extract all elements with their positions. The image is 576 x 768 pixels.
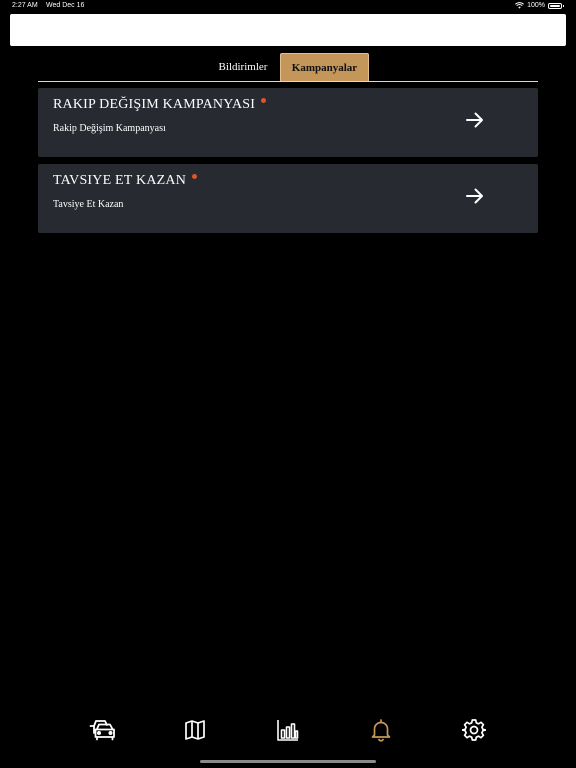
campaign-title: TAVSIYE ET KAZAN: [53, 173, 187, 188]
bottom-nav: [0, 712, 576, 746]
top-panel: [10, 14, 566, 46]
campaign-card[interactable]: RAKIP DEĞIŞIM KAMPANYASI Rakip Değişim K…: [38, 88, 538, 157]
bell-icon: [371, 719, 391, 742]
unread-dot: [261, 98, 267, 103]
arrow-right-icon[interactable]: [465, 110, 485, 130]
status-right: 100%: [515, 2, 564, 9]
gear-icon: [462, 719, 486, 741]
nav-notifications[interactable]: [367, 716, 395, 744]
home-indicator: [200, 760, 376, 763]
tab-bar: Bildirimler Kampanyalar: [38, 53, 538, 82]
campaign-subtitle: Tavsiye Et Kazan: [53, 199, 124, 210]
wifi-icon: [515, 2, 525, 9]
status-bar: 2:27 AM Wed Dec 16 100%: [0, 0, 576, 12]
bar-chart-icon: [277, 720, 299, 741]
campaign-title: RAKIP DEĞIŞIM KAMPANYASI: [53, 97, 256, 112]
campaign-subtitle: Rakip Değişim Kampanyası: [53, 123, 166, 134]
nav-statistics[interactable]: [274, 716, 302, 744]
campaign-card[interactable]: TAVSIYE ET KAZAN Tavsiye Et Kazan: [38, 164, 538, 233]
battery-icon: [548, 2, 564, 9]
map-icon: [185, 720, 205, 740]
status-time: 2:27 AM: [12, 2, 38, 9]
unread-dot: [192, 174, 198, 179]
tab-bildirimler[interactable]: Bildirimler: [206, 53, 280, 81]
nav-settings[interactable]: [460, 716, 488, 744]
tab-kampanyalar[interactable]: Kampanyalar: [280, 53, 369, 81]
battery-percent: 100%: [527, 2, 545, 9]
arrow-right-icon[interactable]: [465, 186, 485, 206]
campaign-title-row: TAVSIYE ET KAZAN: [53, 173, 198, 189]
status-date: Wed Dec 16: [46, 2, 85, 9]
nav-vehicles[interactable]: [88, 716, 116, 744]
car-icon: [89, 720, 115, 741]
nav-map[interactable]: [181, 716, 209, 744]
campaign-title-row: RAKIP DEĞIŞIM KAMPANYASI: [53, 97, 267, 113]
